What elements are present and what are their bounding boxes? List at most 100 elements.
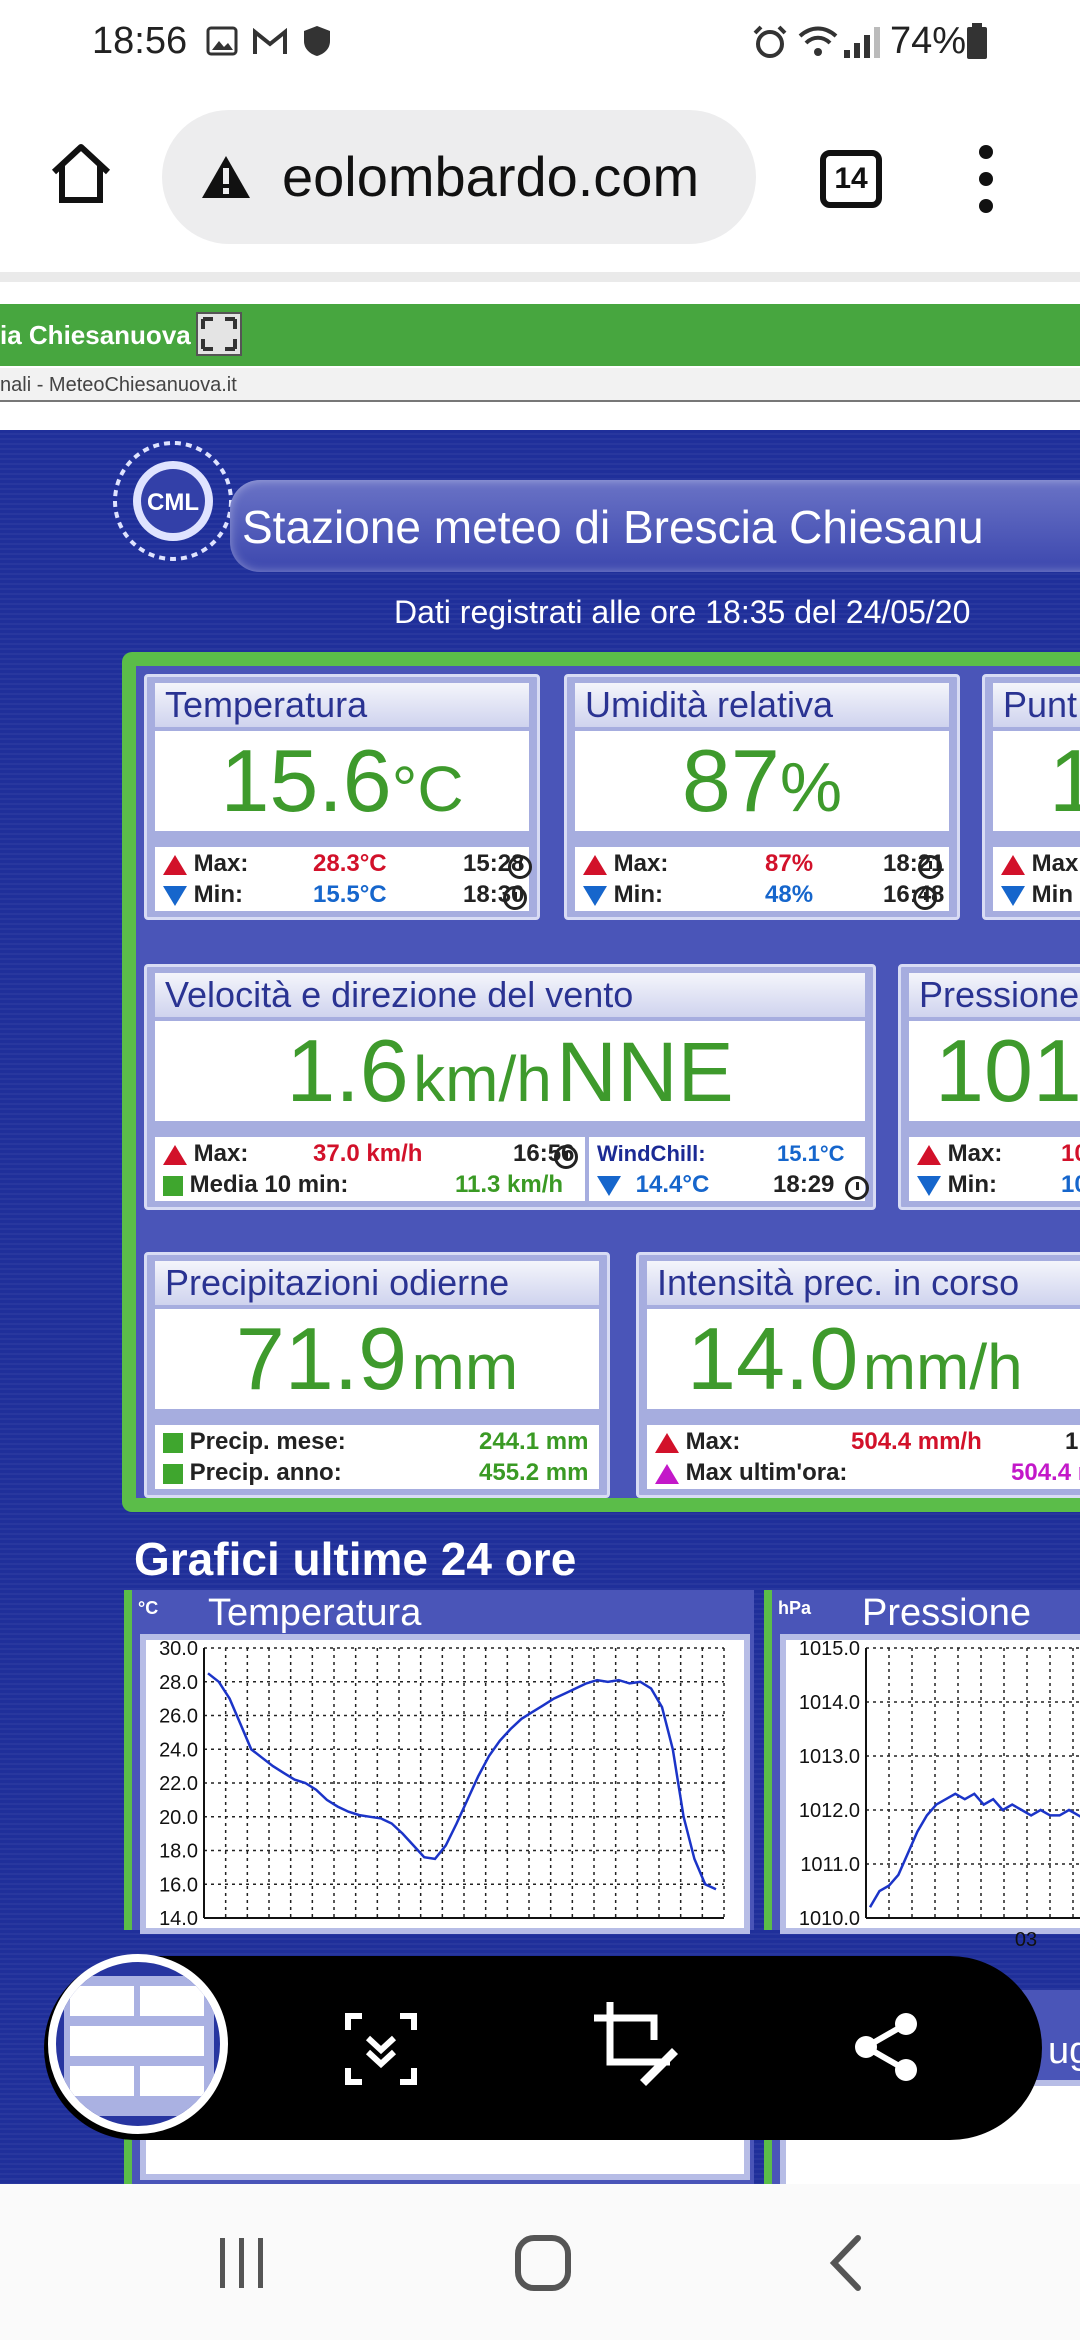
max-arrow-icon xyxy=(163,854,187,875)
dew-point-value: 1 xyxy=(993,731,1080,831)
hour-value: 504.4 m xyxy=(1011,1459,1080,1486)
url-bar[interactable]: eolombardo.com xyxy=(162,110,756,244)
month-value: 244.1 mm xyxy=(479,1428,589,1455)
temperature-chart: 30.0 28.0 26.0 24.0 22.0 20.0 18.0 16.0 14.0 xyxy=(159,1638,725,1930)
value-number: 14.0 xyxy=(687,1309,859,1408)
charts-heading: Grafici ultime 24 ore xyxy=(134,1533,577,1585)
thumbnail-cell xyxy=(140,2066,204,2096)
dew-point-extremes: Max Min xyxy=(993,847,1080,911)
share-icon[interactable] xyxy=(852,2010,922,2084)
pressure-chart-panel: hPa Pressione 1015.0 1014.0 1013.0 1012.0 10… xyxy=(764,1590,1080,1951)
hour-arrow-icon xyxy=(655,1463,679,1484)
home-nav-icon[interactable] xyxy=(514,2234,572,2292)
pressure-chart: 1015.0 1014.0 1013.0 1012.0 1011.0 1010.0 03 xyxy=(799,1638,1080,1951)
max-label: Max: xyxy=(613,850,669,877)
recent-apps-icon[interactable] xyxy=(216,2236,268,2290)
value-number: 87 xyxy=(681,731,780,830)
min-label: Min xyxy=(1031,881,1073,908)
back-icon[interactable] xyxy=(826,2234,866,2292)
y-tick-label: 14.0 xyxy=(159,1908,198,1928)
wind-extremes: Max: 37.0 km/h 16:56 Media 10 min: 11.3 km/… xyxy=(155,1137,585,1201)
min-value: 10 xyxy=(1061,1171,1080,1198)
value-number: 15.6 xyxy=(220,731,392,830)
series-line xyxy=(207,1672,717,1891)
month-label: Precip. mese: xyxy=(189,1428,346,1455)
scroll-capture-icon[interactable] xyxy=(344,2012,418,2086)
average-square-icon xyxy=(163,1175,183,1196)
y-tick-label: 1010.0 xyxy=(799,1908,860,1930)
value-unit: mm/h xyxy=(862,1331,1023,1403)
tile-caption: Intensità prec. in corso xyxy=(647,1261,1080,1305)
browser-toolbar: eolombardo.com 14 xyxy=(0,90,1080,272)
logo-text: CML xyxy=(147,489,199,516)
crop-edit-icon[interactable] xyxy=(592,2000,678,2086)
temperature-chart-panel: °C Temperatura 30.0 28.0 26.0 24.0 22.0 20.0 1… xyxy=(124,1590,754,1934)
tile-caption: Umidità relativa xyxy=(575,683,949,727)
min-arrow-icon xyxy=(917,1175,941,1196)
y-tick-label: 16.0 xyxy=(159,1874,198,1896)
min-time: 16:48 xyxy=(883,881,945,908)
breadcrumb-text: nali - MeteoChiesanuova.it xyxy=(0,374,237,396)
gallery-icon xyxy=(206,26,238,56)
min-arrow-icon xyxy=(597,1175,621,1196)
year-square-icon xyxy=(163,1463,183,1484)
temperature-value: 15.6°C xyxy=(155,731,529,831)
value-unit: mm xyxy=(411,1331,519,1403)
max-label: Max: xyxy=(685,1428,741,1455)
home-icon[interactable] xyxy=(48,142,114,204)
pressure-extremes: Max: 10 Min: 10 xyxy=(909,1137,1080,1201)
thumbnail-cell xyxy=(70,1986,134,2016)
battery-icon xyxy=(967,23,987,59)
max-label: Max: xyxy=(193,850,249,877)
tab-switcher-button[interactable]: 14 xyxy=(820,150,882,208)
max-value: 504.4 mm/h xyxy=(851,1428,982,1455)
average-label: Media 10 min: xyxy=(189,1171,349,1198)
y-tick-label: 30.0 xyxy=(159,1640,198,1660)
max-time: 18:21 xyxy=(883,850,945,877)
y-tick-label: 20.0 xyxy=(159,1807,198,1829)
more-options-icon[interactable] xyxy=(974,142,998,216)
tile-caption: Pressione xyxy=(909,973,1080,1017)
status-time: 18:56 xyxy=(92,20,188,62)
chart-unit: hPa xyxy=(778,1598,812,1618)
average-value: 11.3 km/h xyxy=(455,1171,564,1198)
station-panel: CML Stazione meteo di Brescia Chiesanu D… xyxy=(0,430,1080,2184)
url-text: eolombardo.com xyxy=(282,145,700,208)
x-tick-label: 03 xyxy=(1015,1929,1037,1950)
windchill-time: 18:29 xyxy=(773,1171,835,1198)
max-arrow-icon xyxy=(583,854,607,875)
max-value: 10 xyxy=(1061,1140,1080,1167)
value-number: 1.6 xyxy=(286,1021,409,1120)
y-tick-label: 1013.0 xyxy=(799,1746,860,1768)
site-header-bar: ia Chiesanuova xyxy=(0,304,1080,366)
rain-rate-extremes: Max: 504.4 mm/h 1 Max ultim'ora: 504.4 m xyxy=(647,1425,1080,1489)
windchill-value: 15.1°C xyxy=(777,1141,845,1166)
screenshot-thumbnail[interactable] xyxy=(48,1954,228,2134)
thumbnail-cell xyxy=(70,2026,204,2056)
min-label: Min: xyxy=(613,881,663,908)
y-tick-label: 1014.0 xyxy=(799,1692,860,1714)
fullscreen-icon[interactable] xyxy=(196,312,242,356)
alarm-icon xyxy=(753,25,787,58)
precipitation-value: 71.9 mm xyxy=(155,1309,599,1409)
tile-caption: Velocità e direzione del vento xyxy=(155,973,865,1017)
max-time: 1 xyxy=(1065,1428,1079,1455)
y-tick-label: 26.0 xyxy=(159,1706,198,1728)
year-value: 455.2 mm xyxy=(479,1459,589,1486)
signal-icon xyxy=(844,27,880,58)
humidity-extremes: Max: 87% 18:21 Min: 48% 16:48 xyxy=(575,847,949,911)
humidity-value: 87% xyxy=(575,731,949,831)
max-arrow-icon xyxy=(1001,854,1025,875)
chart-title: Temperatura xyxy=(208,1592,422,1634)
min-arrow-icon xyxy=(163,885,187,906)
windchill-box: WindChill: 15.1°C 14.4°C 18:29 xyxy=(589,1137,870,1201)
tile-rain-rate: Intensità prec. in corso 14.0 mm/h Max: 5… xyxy=(636,1252,1080,1498)
thumbnail-cell xyxy=(70,2066,134,2096)
precipitation-totals: Precip. mese: 244.1 mm Precip. anno: 455.2… xyxy=(155,1425,599,1489)
pressure-chart-box: 1015.0 1014.0 1013.0 1012.0 1011.0 1010.0 03 xyxy=(780,1634,1080,1951)
min-value: 48% xyxy=(765,881,814,908)
tile-precipitation: Precipitazioni odierne 71.9 mm Precip. m… xyxy=(144,1252,610,1498)
tile-caption: Precipitazioni odierne xyxy=(155,1261,599,1305)
pressure-value: 101 xyxy=(909,1021,1080,1121)
y-tick-label: 1011.0 xyxy=(800,1854,860,1876)
